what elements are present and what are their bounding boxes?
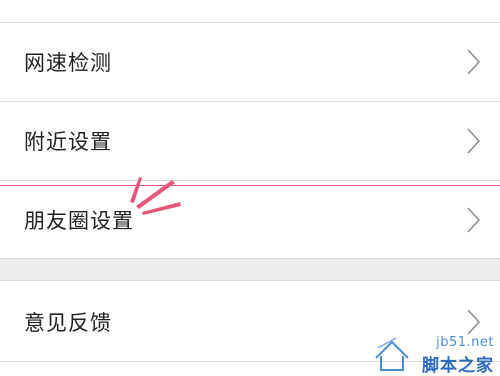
watermark-house-icon	[375, 337, 409, 371]
watermark-name: 脚本之家	[422, 356, 494, 376]
chevron-right-icon	[467, 309, 480, 335]
highlight-line	[0, 185, 500, 186]
highlight-marker-icon	[130, 177, 181, 215]
settings-item-nearby-settings[interactable]: 附近设置	[0, 102, 500, 180]
settings-item-label: 网速检测	[24, 51, 112, 75]
settings-item-label: 附近设置	[24, 130, 112, 154]
chevron-right-icon	[467, 128, 480, 154]
settings-item-network-speed-test[interactable]: 网速检测	[0, 23, 500, 101]
settings-item-label: 朋友圈设置	[24, 209, 134, 233]
settings-item-moments-settings[interactable]: 朋友圈设置	[0, 181, 500, 259]
chevron-right-icon	[467, 207, 480, 233]
chevron-right-icon	[467, 49, 480, 75]
settings-item-label: 意见反馈	[24, 311, 112, 335]
watermark-domain: jb51.net	[436, 335, 494, 350]
settings-item-feedback[interactable]: 意见反馈	[0, 283, 500, 361]
settings-group-1: 网速检测 附近设置 朋友圈设置	[0, 0, 500, 259]
